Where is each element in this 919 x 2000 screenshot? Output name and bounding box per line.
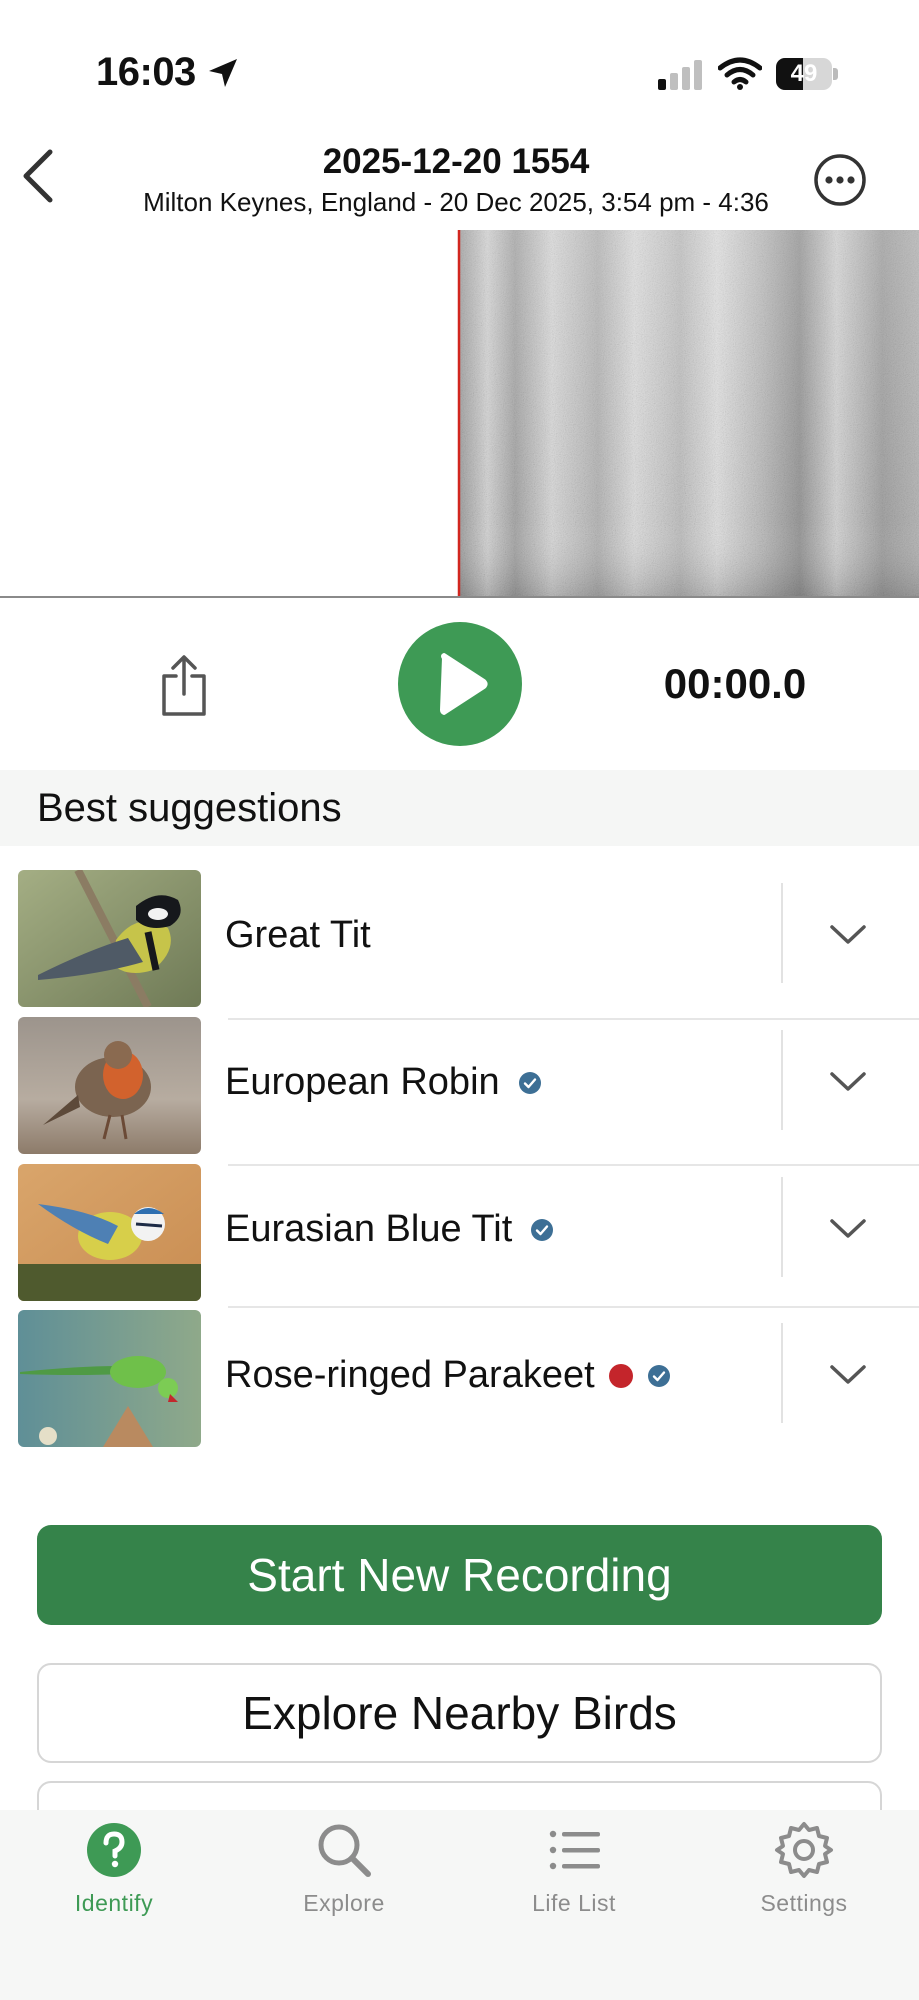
- expand-chevron-icon[interactable]: [828, 1208, 868, 1248]
- row-separator: [228, 1306, 919, 1308]
- play-icon: [440, 653, 488, 715]
- tab-explore[interactable]: Explore: [244, 1820, 444, 1917]
- tab-settings[interactable]: Settings: [704, 1820, 904, 1917]
- suggestion-row-european-robin[interactable]: European Robin: [0, 1017, 919, 1163]
- start-new-recording-button[interactable]: Start New Recording: [37, 1525, 882, 1625]
- verified-badge-icon: [647, 1364, 670, 1387]
- great-tit-thumbnail: [18, 870, 201, 1007]
- battery-icon: 49: [776, 58, 838, 90]
- suggestion-row-great-tit[interactable]: Great Tit: [0, 870, 919, 1016]
- row-divider: [781, 1177, 783, 1277]
- question-circle-icon: [87, 1823, 141, 1877]
- tab-life-list[interactable]: Life List: [474, 1820, 674, 1917]
- suggestions-title: Best suggestions: [37, 786, 342, 830]
- spectrogram[interactable]: [0, 230, 919, 596]
- species-name: European Robin: [225, 1061, 542, 1104]
- expand-chevron-icon[interactable]: [828, 914, 868, 954]
- gear-icon: [775, 1822, 833, 1878]
- tab-label: Settings: [760, 1890, 848, 1916]
- tab-identify[interactable]: Identify: [14, 1820, 214, 1917]
- suggestion-row-rose-ringed-parakeet[interactable]: Rose-ringed Parakeet: [0, 1310, 919, 1456]
- wifi-icon: [718, 57, 762, 90]
- verified-badge-icon: [518, 1071, 541, 1094]
- share-button[interactable]: [156, 654, 212, 718]
- suggestion-row-eurasian-blue-tit[interactable]: Eurasian Blue Tit: [0, 1164, 919, 1310]
- explore-nearby-birds-button[interactable]: Explore Nearby Birds: [37, 1663, 882, 1763]
- species-name: Great Tit: [225, 914, 371, 956]
- european-robin-thumbnail: [18, 1017, 201, 1154]
- expand-chevron-icon[interactable]: [828, 1061, 868, 1101]
- tab-label: Explore: [303, 1890, 385, 1916]
- playback-timecode: 00:00.0: [663, 660, 807, 707]
- back-button[interactable]: [14, 144, 64, 208]
- location-arrow-icon: [209, 59, 237, 87]
- cellular-signal-icon: [658, 60, 702, 90]
- species-name: Rose-ringed Parakeet: [225, 1354, 671, 1397]
- row-divider: [781, 883, 783, 983]
- rose-ringed-parakeet-thumbnail: [18, 1310, 201, 1447]
- search-icon: [318, 1824, 371, 1877]
- tab-label: Life List: [532, 1890, 616, 1916]
- battery-percent: 49: [790, 60, 818, 87]
- expand-chevron-icon[interactable]: [828, 1354, 868, 1394]
- row-divider: [781, 1030, 783, 1130]
- status-time: 16:03: [96, 50, 196, 94]
- recording-title: 2025-12-20 1554: [322, 142, 590, 181]
- verified-badge-icon: [531, 1218, 554, 1241]
- row-divider: [781, 1323, 783, 1423]
- species-name: Eurasian Blue Tit: [225, 1208, 554, 1251]
- invasive-species-dot-icon: [608, 1363, 633, 1388]
- tab-label: Identify: [74, 1890, 154, 1916]
- eurasian-blue-tit-thumbnail: [18, 1164, 201, 1301]
- recording-subtitle: Milton Keynes, England - 20 Dec 2025, 3:…: [143, 187, 769, 217]
- list-icon: [549, 1830, 600, 1870]
- more-options-button[interactable]: [812, 152, 868, 208]
- play-button[interactable]: [398, 622, 522, 746]
- spectrogram-baseline: [0, 596, 919, 598]
